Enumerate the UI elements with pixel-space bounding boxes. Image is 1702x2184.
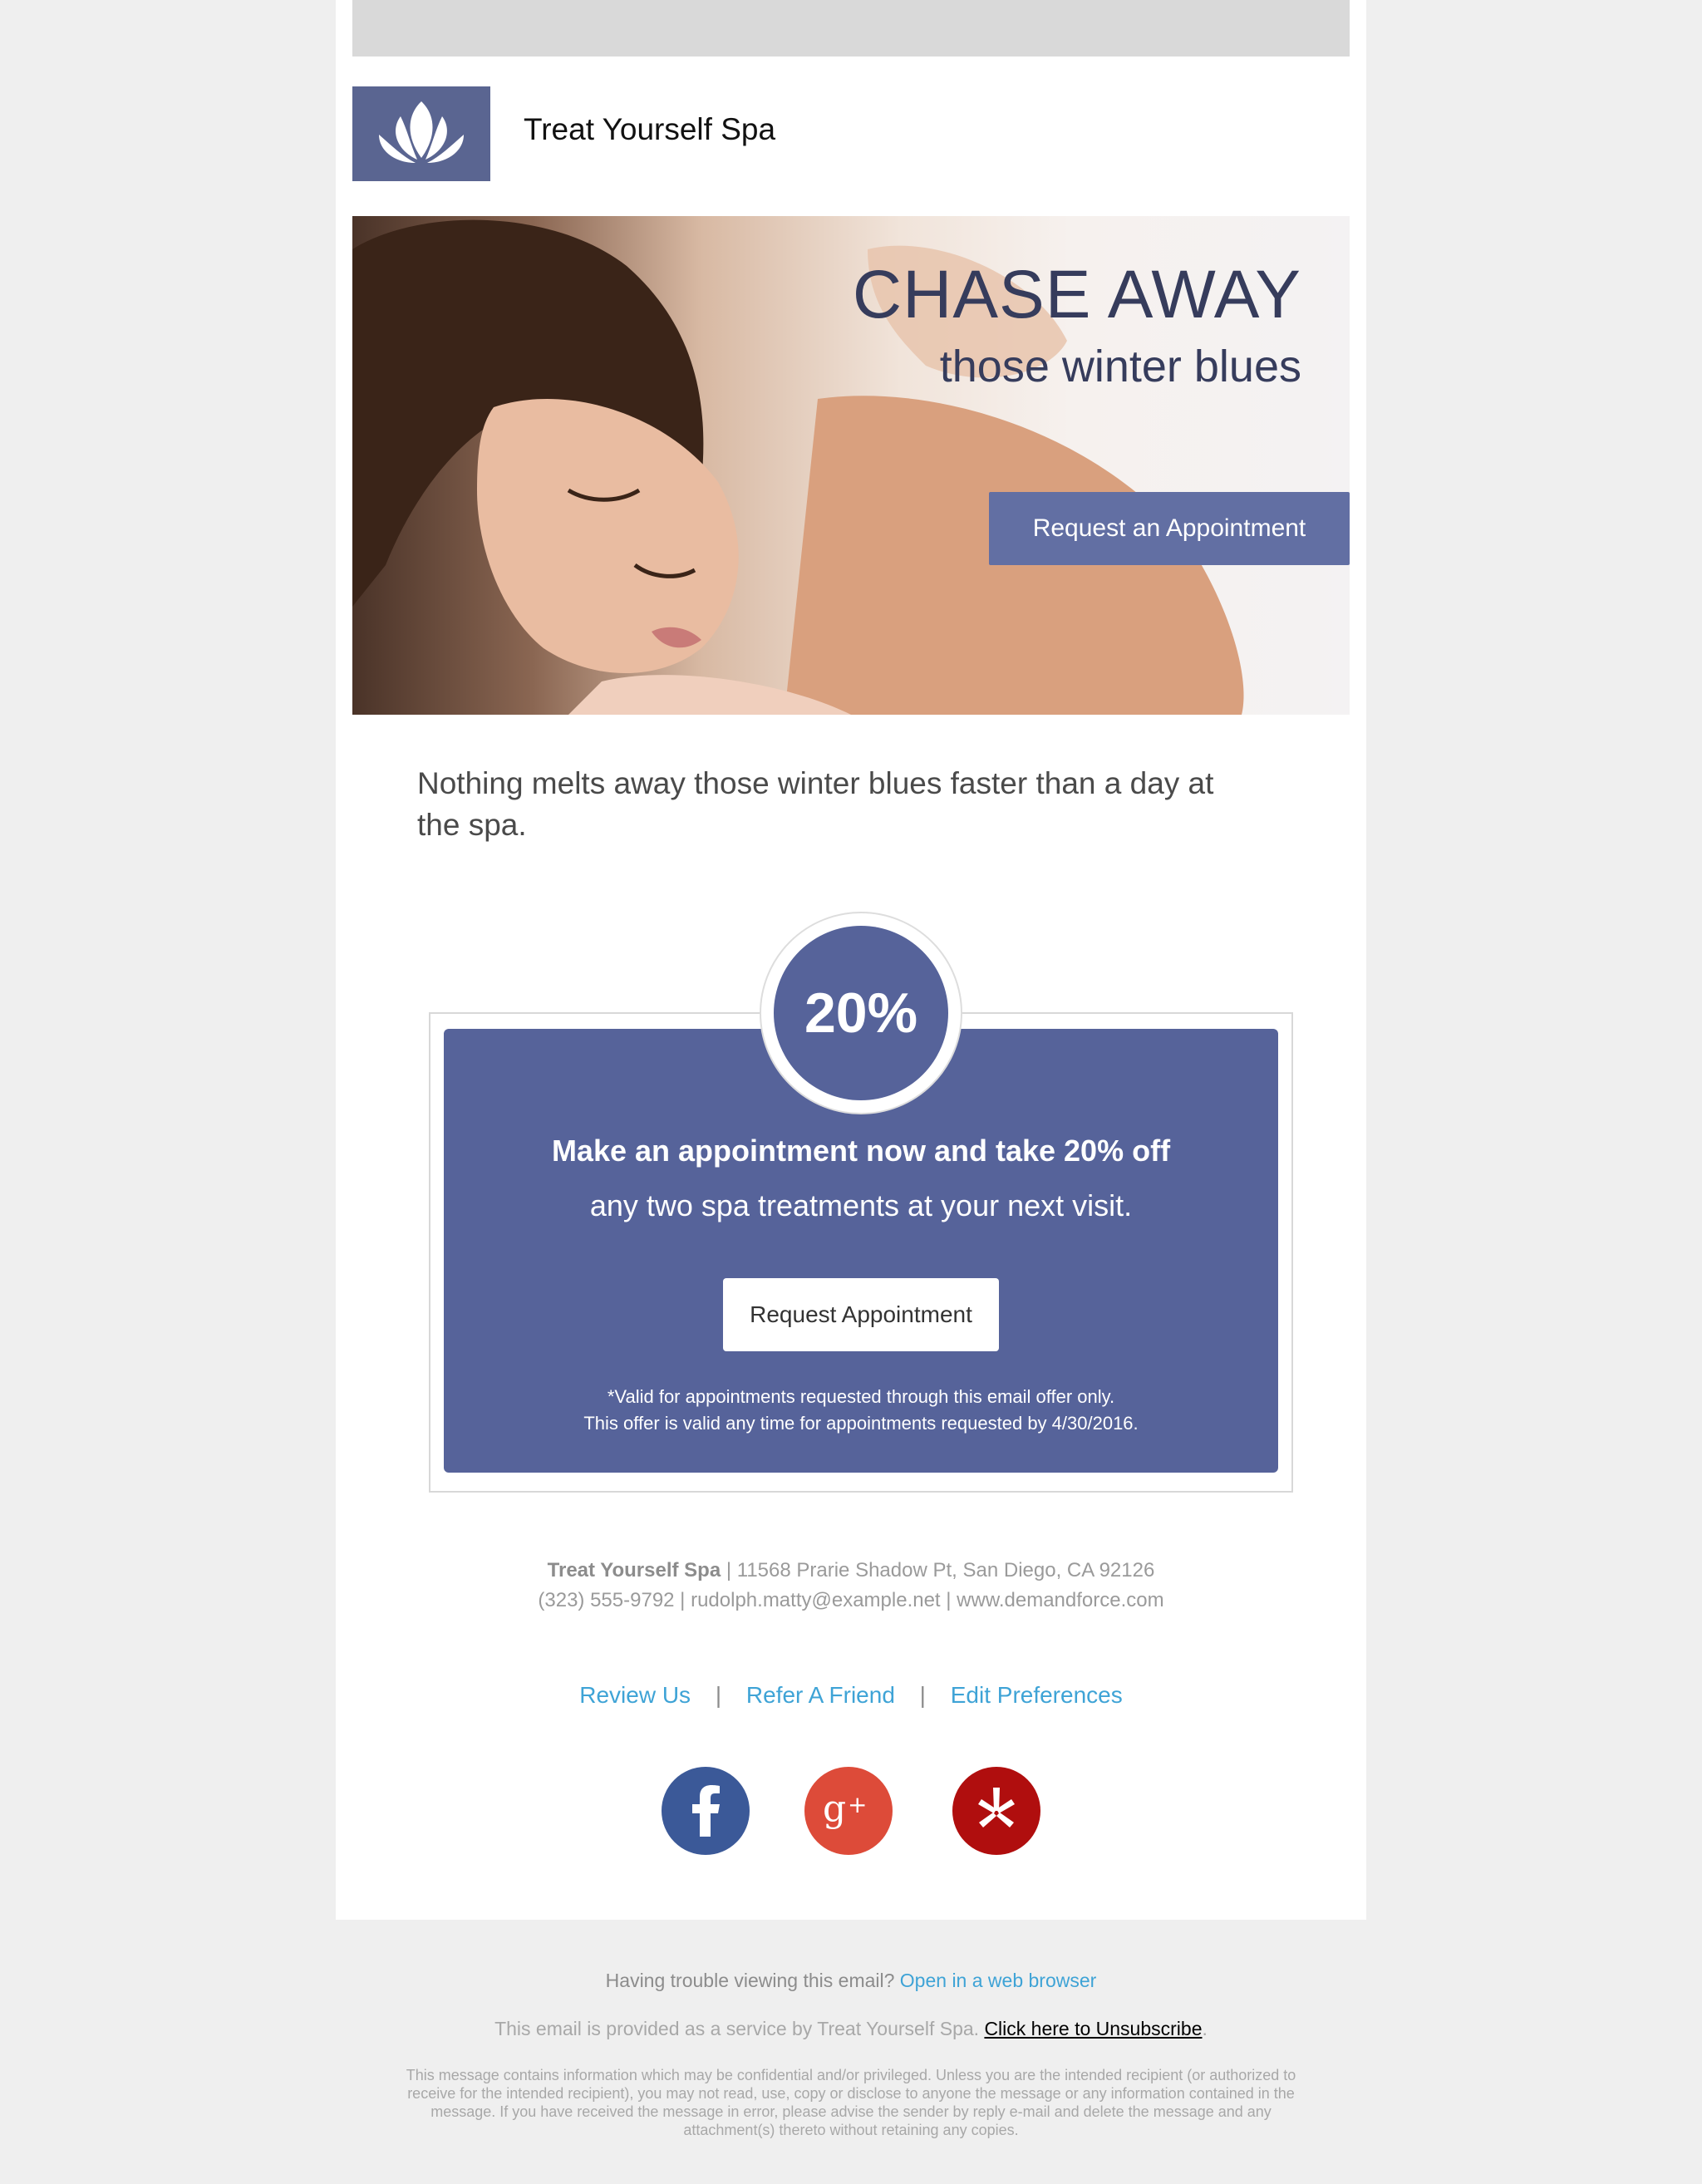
unsubscribe-line: This email is provided as a service by T… xyxy=(0,2018,1702,2040)
hero-headline: CHASE AWAY xyxy=(852,257,1301,332)
google-plus-icon: g + xyxy=(823,1788,867,1830)
svg-text:+: + xyxy=(848,1791,867,1818)
facebook-icon xyxy=(692,1785,720,1837)
request-appointment-hero-button[interactable]: Request an Appointment xyxy=(989,492,1350,565)
period: . xyxy=(1202,2018,1208,2039)
brand-logo xyxy=(352,86,490,181)
discount-badge: 20% xyxy=(760,912,962,1114)
refer-friend-link[interactable]: Refer A Friend xyxy=(746,1682,895,1708)
review-us-link[interactable]: Review Us xyxy=(579,1682,691,1708)
email-card: Treat Yourself Spa CHASE AWAY those wint… xyxy=(336,0,1366,1920)
view-in-browser-line: Having trouble viewing this email? Open … xyxy=(0,1970,1702,1992)
offer-subline: any two spa treatments at your next visi… xyxy=(589,1188,1133,1222)
business-contact: (323) 555-9792 | rudolph.matty@example.n… xyxy=(538,1589,1164,1611)
offer-fine-print-1: *Valid for appointments requested throug… xyxy=(607,1386,1115,1407)
link-separator: | xyxy=(715,1682,722,1708)
address-text: | 11568 Prarie Shadow Pt, San Diego, CA … xyxy=(726,1559,1155,1581)
hero-banner: CHASE AWAY those winter blues Request an… xyxy=(352,216,1350,715)
hero-subheadline: those winter blues xyxy=(939,342,1301,391)
google-plus-button[interactable]: g + xyxy=(804,1767,893,1855)
intro-text: Nothing melts away those winter blues fa… xyxy=(417,766,1214,842)
lotus-icon xyxy=(379,101,464,163)
offer-headline: Make an appointment now and take 20% off xyxy=(551,1134,1171,1168)
trouble-text: Having trouble viewing this email? xyxy=(605,1970,895,1991)
facebook-button[interactable] xyxy=(662,1767,750,1855)
brand-name: Treat Yourself Spa xyxy=(524,112,776,146)
discount-badge-value: 20% xyxy=(774,926,948,1100)
service-text: This email is provided as a service by T… xyxy=(494,2018,980,2039)
yelp-icon xyxy=(978,1788,1015,1827)
unsubscribe-link[interactable]: Click here to Unsubscribe xyxy=(984,2018,1202,2039)
link-separator: | xyxy=(919,1682,926,1708)
request-appointment-button[interactable]: Request Appointment xyxy=(723,1278,999,1351)
preheader-bar xyxy=(352,0,1350,57)
offer-fine-print-2: This offer is valid any time for appoint… xyxy=(583,1413,1139,1434)
business-name: Treat Yourself Spa xyxy=(547,1559,721,1581)
svg-text:g: g xyxy=(823,1788,846,1830)
edit-preferences-link[interactable]: Edit Preferences xyxy=(951,1682,1123,1708)
legal-disclaimer: This message contains information which … xyxy=(406,2067,1296,2138)
footer-links: Review Us | Refer A Friend | Edit Prefer… xyxy=(336,1682,1366,1709)
yelp-button[interactable] xyxy=(952,1767,1040,1855)
open-in-browser-link[interactable]: Open in a web browser xyxy=(900,1970,1097,1991)
business-address: Treat Yourself Spa | 11568 Prarie Shadow… xyxy=(336,1559,1366,1582)
